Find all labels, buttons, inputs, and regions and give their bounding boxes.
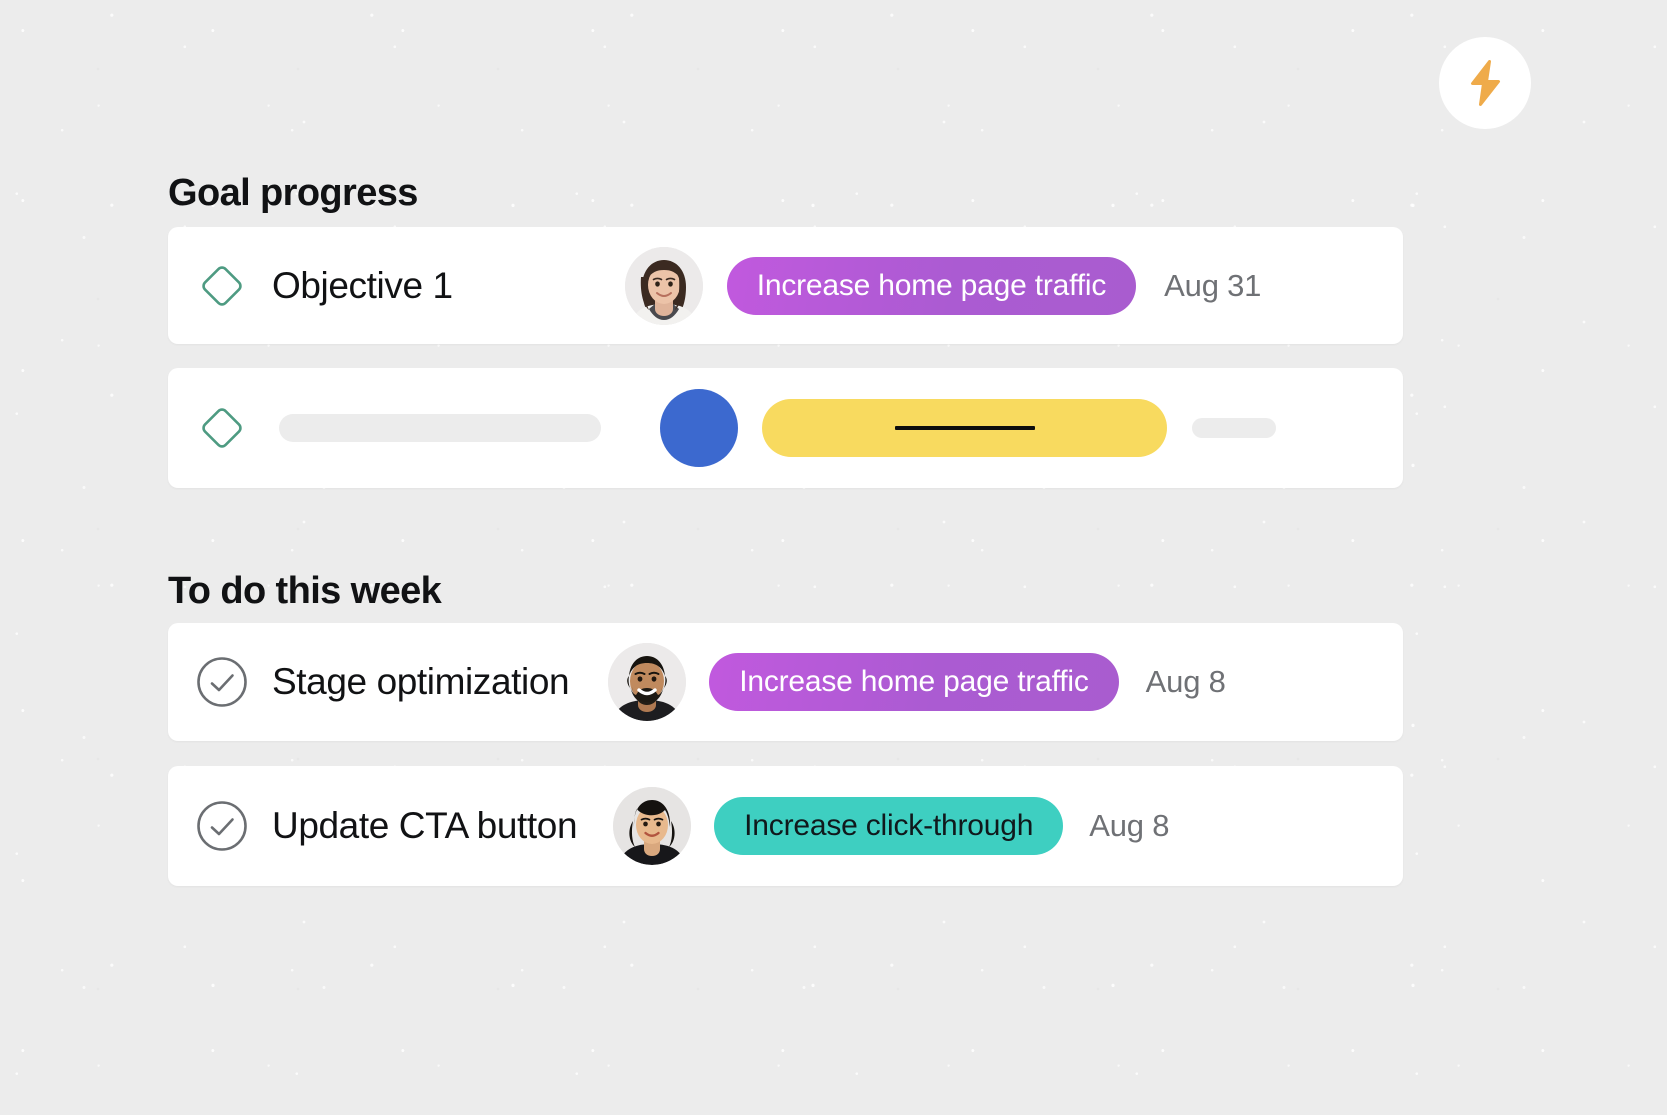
goal-tag-pill[interactable] [762, 399, 1167, 457]
check-circle-icon[interactable] [194, 799, 250, 853]
avatar[interactable] [613, 787, 692, 865]
task-row-title: Update CTA button [272, 805, 578, 846]
title-placeholder-bar [279, 414, 601, 442]
section-title-to-do-this-week: To do this week [168, 570, 442, 612]
avatar[interactable] [608, 643, 687, 721]
goal-row-title: Objective 1 [272, 264, 453, 306]
diamond-outline-icon[interactable] [194, 403, 250, 453]
goal-tag-label: Increase home page traffic [756, 268, 1107, 302]
avatar[interactable] [660, 389, 738, 467]
section-title-goal-progress: Goal progress [168, 172, 418, 214]
task-due-date: Aug 8 [1145, 664, 1226, 699]
goal-tag-pill[interactable]: Increase home page traffic [726, 256, 1137, 315]
date-placeholder-bar [1192, 418, 1276, 438]
avatar[interactable] [624, 246, 703, 325]
task-tag-pill[interactable]: Increase click-through [714, 797, 1064, 855]
goal-due-date: Aug 31 [1164, 267, 1262, 303]
check-circle-icon[interactable] [194, 655, 250, 709]
task-row-title: Stage optimization [272, 661, 570, 702]
task-tag-label: Increase click-through [744, 809, 1034, 842]
task-row-stage-optimization[interactable]: Stage optimization Increase home page tr… [168, 623, 1403, 741]
task-row-update-cta-button[interactable]: Update CTA button Increase click-through… [168, 766, 1403, 886]
task-due-date: Aug 8 [1089, 808, 1170, 843]
task-tag-pill[interactable]: Increase home page traffic [709, 653, 1119, 711]
redacted-label-bar [894, 426, 1035, 430]
goal-row-objective-1[interactable]: Objective 1 Increase home page traffic A… [168, 227, 1403, 344]
goal-row-placeholder[interactable] [168, 368, 1403, 488]
task-tag-label: Increase home page traffic [739, 665, 1089, 698]
diamond-outline-icon[interactable] [194, 261, 250, 311]
dashboard-preview: Goal progress Objective 1 Increase home … [0, 0, 1667, 1115]
lightning-bolt-icon [1465, 59, 1505, 107]
lightning-bolt-badge[interactable] [1439, 37, 1531, 129]
